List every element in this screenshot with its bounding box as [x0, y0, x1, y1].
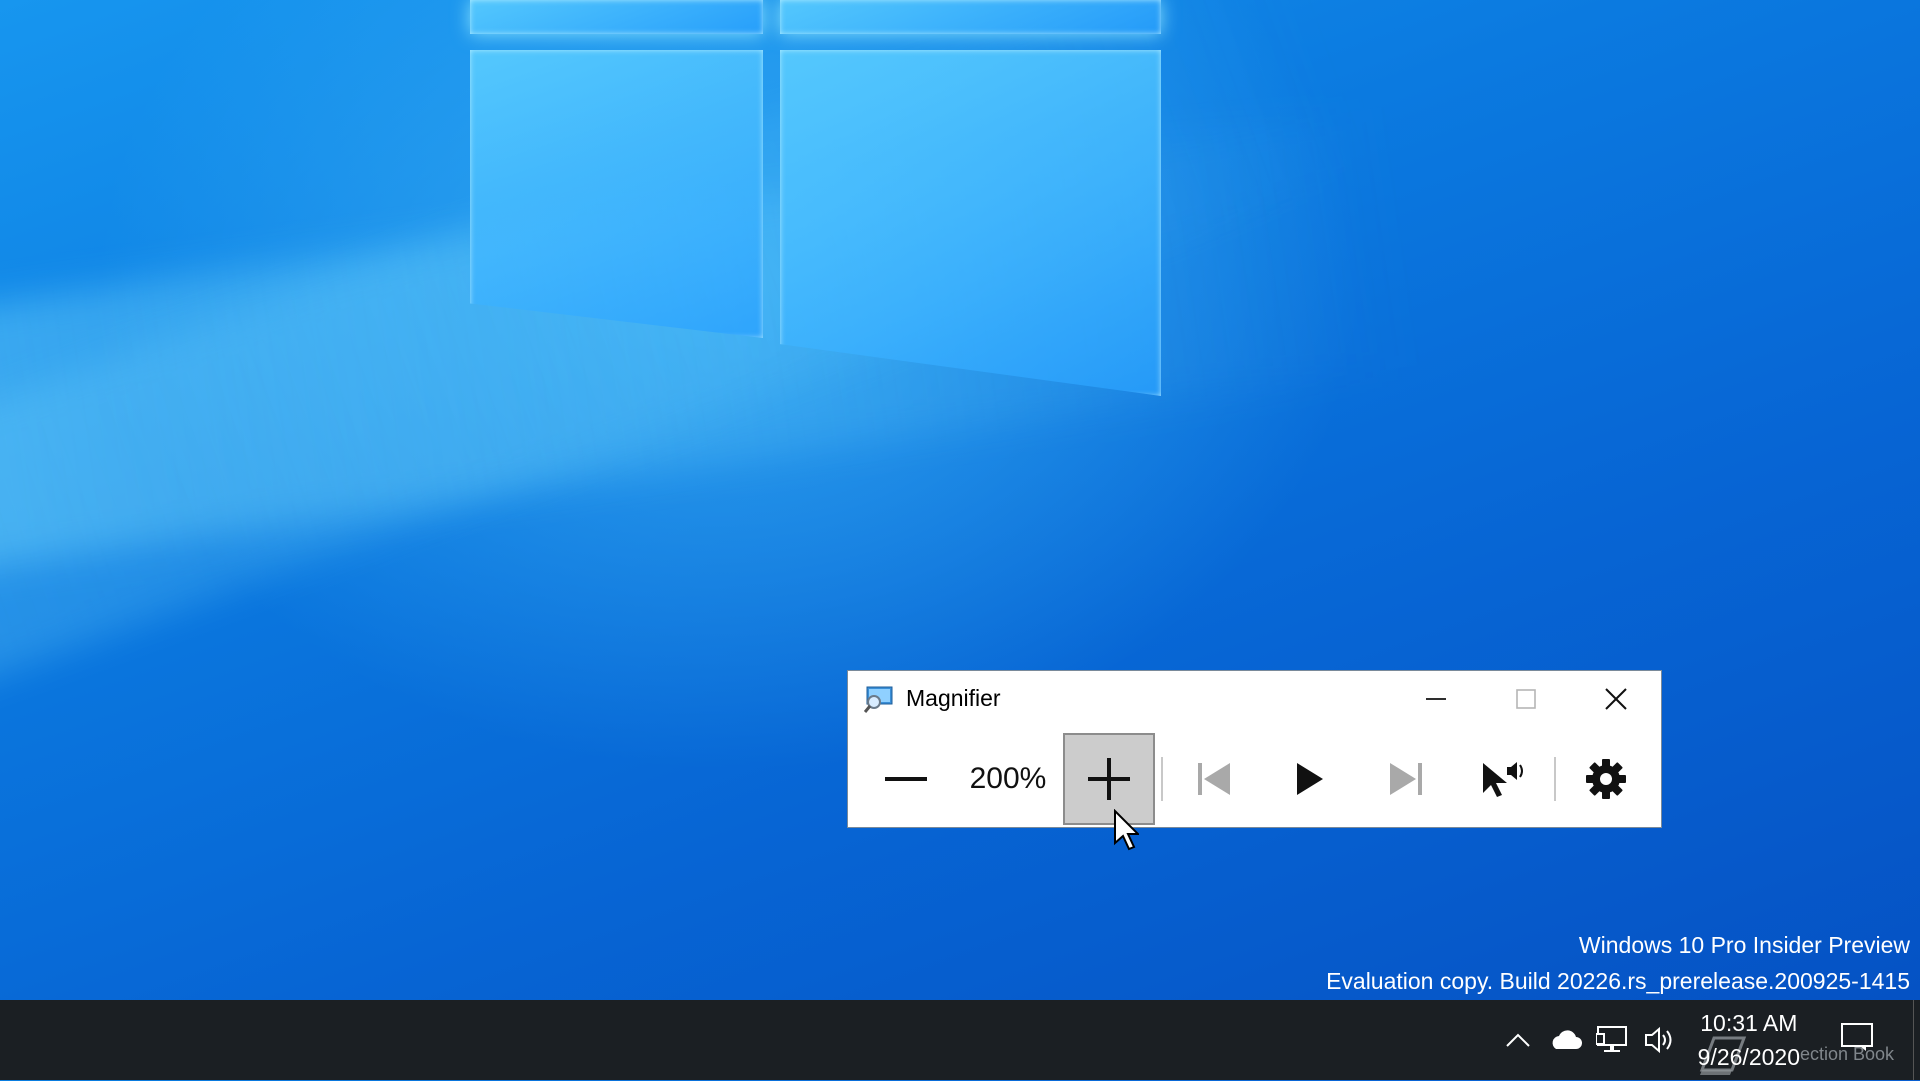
mouse-cursor	[1113, 808, 1141, 856]
network-icon	[1596, 1026, 1627, 1052]
minimize-button[interactable]	[1391, 671, 1481, 727]
toolbar-separator	[1554, 757, 1556, 801]
volume-icon	[1645, 1026, 1672, 1054]
magnifier-window: Magnifier 200%	[847, 670, 1662, 828]
pointer-speaker-icon	[1483, 762, 1523, 797]
watermark-edition: Windows 10 Pro Insider Preview	[1578, 932, 1910, 958]
minus-icon	[885, 777, 927, 781]
logo-pane	[470, 50, 763, 338]
zoom-out-button[interactable]	[860, 733, 952, 825]
logo-pane	[780, 0, 1161, 34]
magnifier-toolbar: 200%	[848, 727, 1661, 829]
maximize-icon	[1516, 689, 1536, 709]
maximize-button[interactable]	[1481, 671, 1571, 727]
zoom-level-text: 200%	[969, 762, 1047, 795]
next-sentence-button[interactable]	[1360, 733, 1452, 825]
magnifier-app-icon	[863, 685, 894, 713]
read-from-here-button[interactable]	[1456, 733, 1548, 825]
title-bar[interactable]: Magnifier	[848, 671, 1661, 727]
cloud-icon	[1552, 1030, 1582, 1049]
volume-tray-icon[interactable]	[1642, 1020, 1680, 1060]
gear-icon	[1586, 759, 1626, 799]
notification-icon	[1841, 1023, 1873, 1051]
show-desktop-button[interactable]	[1913, 1000, 1920, 1080]
logo-pane	[470, 0, 763, 34]
taskbar: 10:31 AM 9/26/2020 ection Book	[0, 1000, 1920, 1080]
minimize-icon	[1426, 698, 1446, 700]
chevron-up-icon	[1506, 1033, 1530, 1047]
action-center-button[interactable]	[1840, 1022, 1874, 1057]
clock[interactable]: 10:31 AM 9/26/2020	[1698, 1006, 1800, 1074]
network-tray-icon[interactable]	[1594, 1020, 1632, 1060]
close-button[interactable]	[1571, 671, 1661, 727]
play-icon	[1297, 763, 1323, 795]
previous-sentence-button[interactable]	[1168, 733, 1260, 825]
plus-icon	[1088, 758, 1130, 800]
window-title: Magnifier	[906, 685, 1001, 711]
clock-date: 9/26/2020	[1697, 1044, 1800, 1070]
settings-button[interactable]	[1560, 733, 1652, 825]
zoom-in-button[interactable]	[1063, 733, 1155, 825]
toolbar-separator	[1161, 757, 1163, 801]
skip-next-icon	[1390, 763, 1422, 795]
close-icon	[1605, 688, 1627, 710]
logo-pane	[780, 50, 1161, 396]
play-button[interactable]	[1264, 733, 1356, 825]
clock-time: 10:31 AM	[1700, 1010, 1798, 1036]
show-hidden-icons-button[interactable]	[1500, 1020, 1536, 1060]
onedrive-tray-icon[interactable]	[1546, 1020, 1584, 1060]
skip-previous-icon	[1198, 763, 1230, 795]
desktop-background: Windows 10 Pro Insider Preview Evaluatio…	[0, 0, 1920, 1000]
watermark-build: Evaluation copy. Build 20226.rs_prerelea…	[1326, 968, 1910, 994]
